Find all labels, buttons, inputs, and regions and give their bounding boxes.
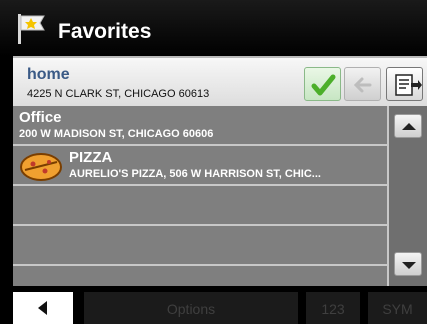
scroll-down-icon (402, 262, 416, 269)
current-favorite-address: 4225 N CLARK ST, CHICAGO 60613 (27, 88, 210, 100)
bottom-toolbar: Options 123 SYM (0, 286, 427, 324)
header-bar: Favorites (0, 0, 427, 56)
back-arrow-icon (38, 301, 47, 315)
scroll-up-icon (402, 123, 416, 130)
list-item-title: Office (19, 109, 62, 126)
numeric-label: 123 (321, 301, 345, 317)
back-button[interactable] (344, 67, 381, 101)
list-item-address: 200 W MADISON ST, CHICAGO 60606 (19, 128, 214, 140)
list-item-pizza[interactable]: PIZZA AURELIO'S PIZZA, 506 W HARRISON ST… (13, 146, 387, 186)
scroll-down-button[interactable] (394, 252, 422, 276)
confirm-button[interactable] (304, 67, 341, 101)
list-scrollbar[interactable] (387, 106, 427, 286)
pizza-icon (20, 153, 62, 181)
edit-list-icon (395, 74, 422, 96)
options-button[interactable]: Options (84, 292, 298, 324)
list-item-empty (13, 186, 387, 226)
favorites-screen: Favorites home 4225 N CLARK ST, CHICAGO … (0, 0, 427, 324)
list-item-title: PIZZA (69, 149, 113, 166)
symbol-label: SYM (382, 301, 413, 317)
favorites-flag-icon (18, 14, 45, 44)
scroll-up-button[interactable] (394, 114, 422, 138)
favorites-list: Office 200 W MADISON ST, CHICAGO 60606 P… (13, 106, 387, 286)
page-title: Favorites (58, 20, 152, 43)
back-nav-button[interactable] (13, 292, 73, 324)
list-item-address: AURELIO'S PIZZA, 506 W HARRISON ST, CHIC… (69, 168, 321, 180)
list-item-office[interactable]: Office 200 W MADISON ST, CHICAGO 60606 (13, 106, 387, 146)
current-favorite[interactable]: home 4225 N CLARK ST, CHICAGO 60613 (13, 56, 427, 108)
left-arrow-icon (353, 77, 372, 93)
checkmark-icon (311, 74, 336, 96)
list-item-empty (13, 226, 387, 266)
options-label: Options (166, 301, 216, 317)
edit-button[interactable] (386, 67, 423, 101)
symbol-keyboard-button[interactable]: SYM (368, 292, 427, 324)
numeric-keyboard-button[interactable]: 123 (306, 292, 360, 324)
current-favorite-name: home (27, 66, 70, 83)
